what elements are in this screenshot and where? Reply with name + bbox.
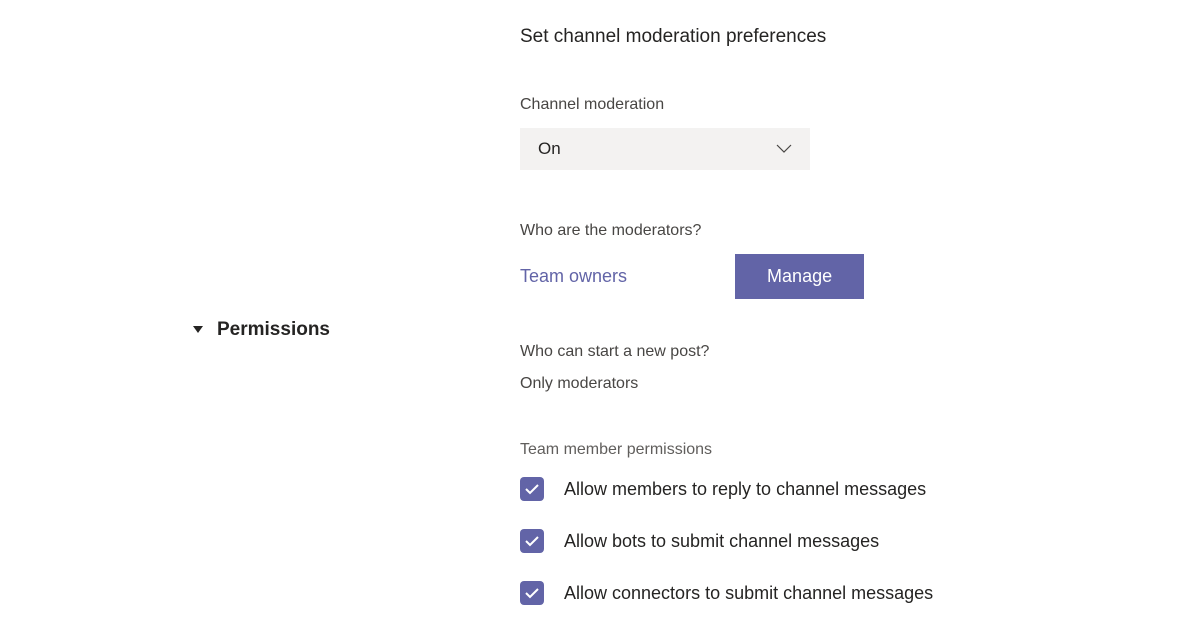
moderation-value: On xyxy=(538,139,561,159)
checkbox-label-connectors: Allow connectors to submit channel messa… xyxy=(564,583,933,604)
checkbox-label-bots: Allow bots to submit channel messages xyxy=(564,531,879,552)
checkbox-label-reply: Allow members to reply to channel messag… xyxy=(564,479,926,500)
permission-row-reply: Allow members to reply to channel messag… xyxy=(520,477,1200,501)
permission-row-bots: Allow bots to submit channel messages xyxy=(520,529,1200,553)
moderators-link[interactable]: Team owners xyxy=(520,266,627,287)
permission-row-connectors: Allow connectors to submit channel messa… xyxy=(520,581,1200,605)
member-permissions-label: Team member permissions xyxy=(520,441,1200,459)
section-heading: Set channel moderation preferences xyxy=(520,26,1200,48)
moderators-label: Who are the moderators? xyxy=(520,222,1200,240)
section-title: Permissions xyxy=(217,319,330,341)
caret-down-icon xyxy=(193,326,203,333)
post-label: Who can start a new post? xyxy=(520,343,1200,361)
post-value: Only moderators xyxy=(520,375,1200,393)
checkbox-connectors[interactable] xyxy=(520,581,544,605)
moderation-dropdown[interactable]: On xyxy=(520,128,810,170)
checkbox-bots[interactable] xyxy=(520,529,544,553)
permissions-section-header[interactable]: Permissions xyxy=(193,26,330,633)
manage-button[interactable]: Manage xyxy=(735,254,864,299)
moderation-label: Channel moderation xyxy=(520,96,1200,114)
checkbox-reply[interactable] xyxy=(520,477,544,501)
chevron-down-icon xyxy=(776,144,792,154)
